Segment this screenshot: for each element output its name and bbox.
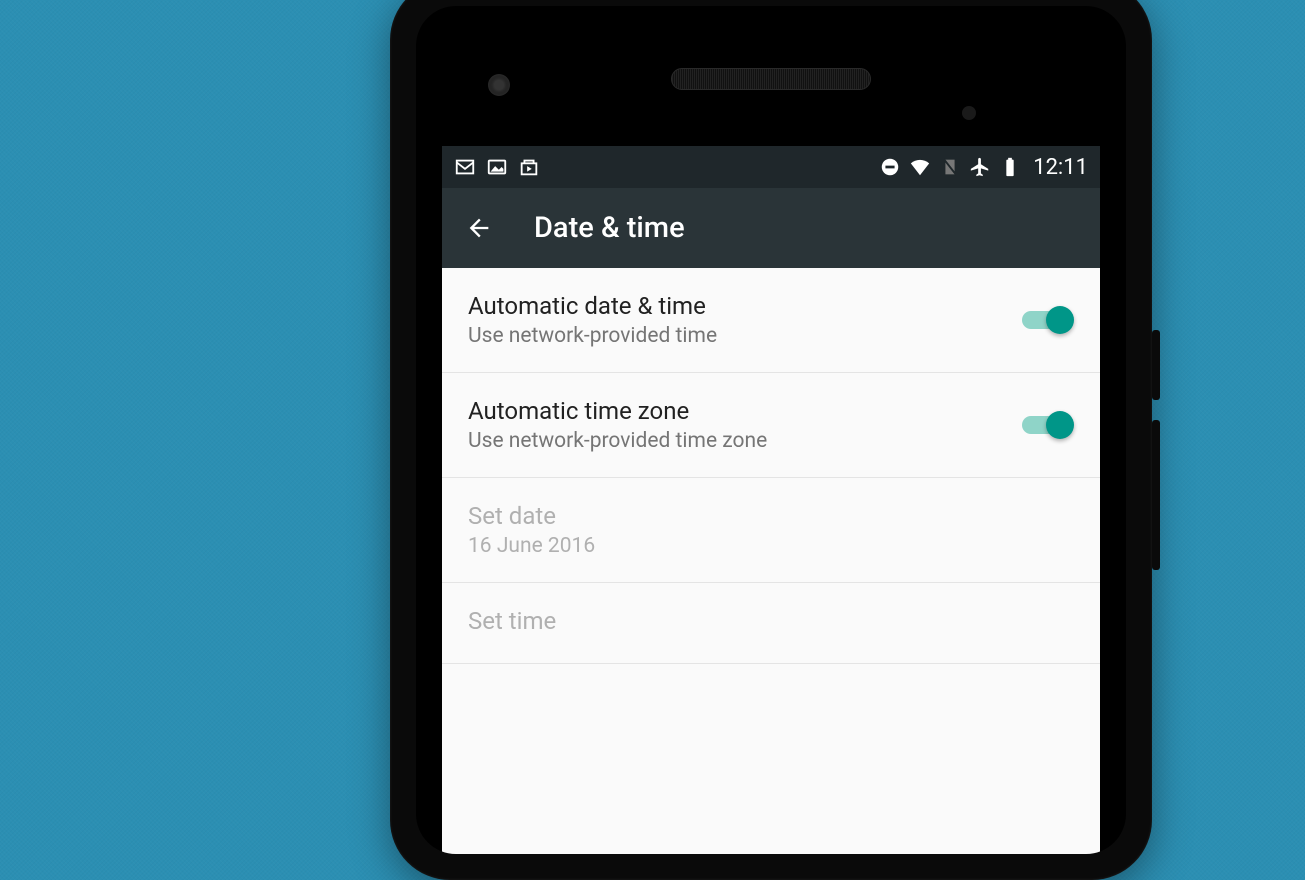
setting-title: Automatic date & time [468,292,1022,320]
status-bar[interactable]: 12:11 [442,146,1100,188]
image-icon [486,156,508,178]
setting-auto-date-time[interactable]: Automatic date & time Use network-provid… [442,268,1100,373]
setting-subtitle: Use network-provided time [468,324,1022,348]
toggle-auto-date-time[interactable] [1022,306,1074,334]
setting-auto-time-zone[interactable]: Automatic time zone Use network-provided… [442,373,1100,478]
setting-title: Automatic time zone [468,397,1022,425]
phone-volume-button [1152,420,1160,570]
phone-sensor [962,106,976,120]
settings-list: Automatic date & time Use network-provid… [442,268,1100,664]
setting-title: Set time [468,607,1074,635]
wifi-icon [909,156,931,178]
phone-frame: 12:11 Date & time Automatic date & time … [390,0,1152,880]
phone-speaker [671,68,871,90]
phone-bezel-top [416,6,1126,141]
setting-set-date: Set date 16 June 2016 [442,478,1100,583]
battery-icon [999,156,1021,178]
phone-power-button [1152,330,1160,400]
do-not-disturb-icon [879,156,901,178]
setting-subtitle: Use network-provided time zone [468,429,1022,453]
setting-subtitle: 16 June 2016 [468,534,1074,558]
app-bar: Date & time [442,188,1100,268]
status-clock: 12:11 [1033,155,1088,180]
phone-camera [488,74,510,96]
page-title: Date & time [534,211,685,245]
play-store-icon [518,156,540,178]
setting-title: Set date [468,502,1074,530]
airplane-mode-icon [969,156,991,178]
back-button[interactable] [464,213,494,243]
phone-screen: 12:11 Date & time Automatic date & time … [442,146,1100,854]
gmail-icon [454,156,476,178]
toggle-auto-time-zone[interactable] [1022,411,1074,439]
no-sim-icon [939,156,961,178]
setting-set-time: Set time [442,583,1100,664]
